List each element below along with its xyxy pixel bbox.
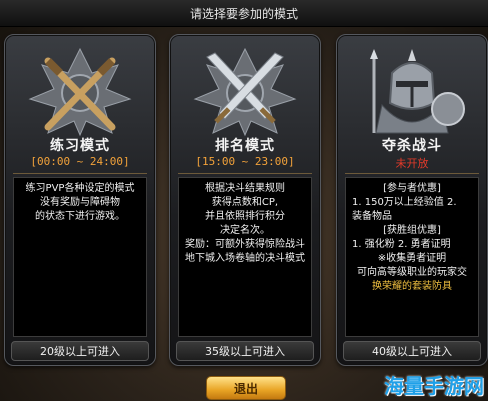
mode-status-closed: 未开放 [345,155,479,174]
mode-card-ranking[interactable]: 排名模式 [15:00 ~ 23:00] 根据决斗结果规则 获得点数和CP, 并… [169,34,321,366]
title-bar: 请选择要参加的模式 [0,0,488,27]
desc-line: ※收集勇者证明 [377,253,447,264]
mode-time: [00:00 ~ 24:00] [13,155,147,174]
crossed-bats-icon [28,47,132,137]
desc-line: 地下城入场卷轴的决斗模式 [185,253,305,264]
desc-line: 1. 强化粉 2. 勇者证明 [352,239,451,250]
desc-line: 并且依照排行积分 [205,211,285,222]
mode-description: 根据决斗结果规则 获得点数和CP, 并且依照排行积分 决定名次。 奖励：可额外获… [178,177,312,337]
desc-line: 换荣耀的套装防具 [372,281,452,292]
mode-card-practice[interactable]: 练习模式 [00:00 ~ 24:00] 练习PVP各种设定的模式 没有奖励与障… [4,34,156,366]
desc-line: 没有奖励与障碍物 [40,197,120,208]
desc-line: 练习PVP各种设定的模式 [25,183,135,194]
mode-card-battle[interactable]: 夺杀战斗 未开放 [参与者优惠] 1. 150万以上经验值 2. 装备物品 [获… [336,34,488,366]
desc-line: 奖励：可额外获得惊险战斗 [185,239,305,250]
desc-line: 获得点数和CP, [211,197,279,208]
mode-time: [15:00 ~ 23:00] [178,155,312,174]
level-requirement: 20级以上可进入 [11,341,149,361]
level-requirement: 40级以上可进入 [343,341,481,361]
mode-description: 练习PVP各种设定的模式 没有奖励与障碍物 的状态下进行游戏。 [13,177,147,337]
desc-line: [获胜组优惠] [383,225,441,236]
desc-line: 装备物品 [352,211,392,222]
desc-line: 的状态下进行游戏。 [35,211,125,222]
desc-line: 1. 150万以上经验值 2. [352,197,457,208]
mode-title: 练习模式 [50,138,110,154]
level-requirement: 35级以上可进入 [176,341,314,361]
desc-line: 可向高等级职业的玩家交 [357,267,467,278]
mode-title: 夺杀战斗 [382,138,442,154]
mode-title: 排名模式 [215,138,275,154]
mode-description: [参与者优惠] 1. 150万以上经验值 2. 装备物品 [获胜组优惠] 1. … [345,177,479,337]
crossed-swords-icon [193,47,297,137]
knight-helmet-icon [370,49,465,134]
page-title: 请选择要参加的模式 [189,6,298,21]
desc-line: 决定名次。 [220,225,270,236]
watermark-logo: 海量手游网 [384,374,484,398]
exit-button[interactable]: 退出 [206,376,286,400]
desc-line: 根据决斗结果规则 [205,183,285,194]
desc-line: [参与者优惠] [383,183,441,194]
